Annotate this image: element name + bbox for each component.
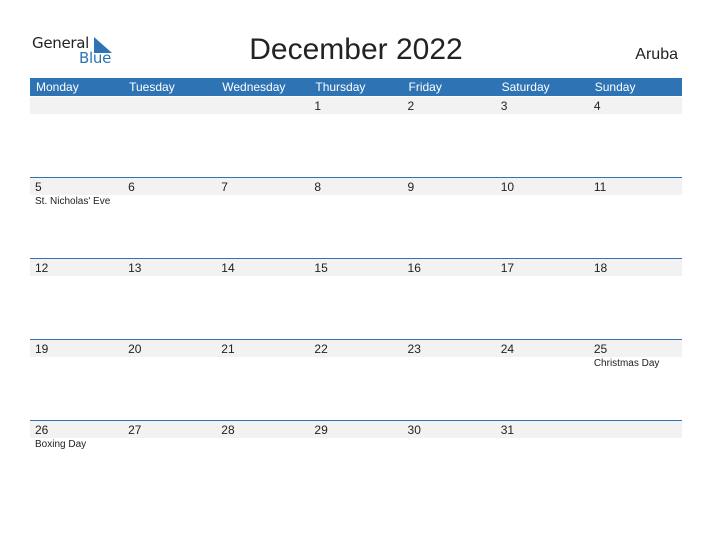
- holiday-label: Christmas Day: [593, 358, 660, 369]
- day-cell: [589, 421, 682, 502]
- day-number: 6: [128, 180, 135, 194]
- day-cell: 23: [403, 340, 496, 421]
- day-cell: 21: [216, 340, 309, 421]
- day-cell: 3: [496, 97, 589, 178]
- day-number: 5: [35, 180, 42, 194]
- weekday-sunday: Sunday: [594, 80, 636, 94]
- day-cell: 19: [30, 340, 123, 421]
- day-cell: 20: [123, 340, 216, 421]
- day-cell: 30: [403, 421, 496, 502]
- week-row: 26 Boxing Day 27 28 29 30 31: [30, 420, 682, 502]
- day-number: 26: [35, 423, 49, 437]
- day-cell: 17: [496, 259, 589, 340]
- day-cell: 13: [123, 259, 216, 340]
- country-label: Aruba: [635, 46, 678, 63]
- week-row: 5 St. Nicholas' Eve 6 7 8 9 10 11: [30, 177, 682, 259]
- weekday-wednesday: Wednesday: [222, 80, 286, 94]
- day-cell: 31: [496, 421, 589, 502]
- day-cell: 5 St. Nicholas' Eve: [30, 178, 123, 259]
- day-cell: 24: [496, 340, 589, 421]
- day-cell: 2: [403, 97, 496, 178]
- day-cell: 22: [309, 340, 402, 421]
- day-cell: 28: [216, 421, 309, 502]
- day-number: 10: [500, 180, 515, 194]
- day-number: 12: [35, 261, 49, 275]
- day-number: 4: [593, 99, 601, 113]
- weekday-header: Monday Tuesday Wednesday Thursday Friday…: [30, 78, 682, 96]
- day-number: 7: [221, 180, 228, 194]
- day-cell: 29: [309, 421, 402, 502]
- day-cell: 4: [589, 97, 682, 178]
- day-number: 30: [407, 423, 421, 437]
- day-cell: 10: [496, 178, 589, 259]
- day-cell: 9: [403, 178, 496, 259]
- weekday-monday: Monday: [36, 80, 79, 94]
- day-number: 22: [314, 342, 328, 356]
- day-cell: 6: [123, 178, 216, 259]
- day-number: 14: [221, 261, 235, 275]
- day-cell: [123, 97, 216, 178]
- weekday-saturday: Saturday: [501, 80, 550, 94]
- calendar-title: December 2022: [249, 33, 463, 66]
- day-number: 28: [221, 423, 235, 437]
- week-row: 1 2 3 4: [30, 97, 682, 178]
- day-number: 16: [407, 261, 421, 275]
- day-cell: 12: [30, 259, 123, 340]
- day-cell: 7: [216, 178, 309, 259]
- day-number: 9: [407, 180, 415, 194]
- day-number: 31: [500, 423, 515, 437]
- day-cell: 25 Christmas Day: [589, 340, 682, 421]
- week-row: 19 20 21 22 23 24 25 Christmas Day: [30, 339, 682, 421]
- day-number: 23: [407, 342, 421, 356]
- day-number: 25: [593, 342, 608, 356]
- holiday-label: Boxing Day: [35, 439, 87, 450]
- day-number: 11: [593, 180, 607, 194]
- holiday-label: St. Nicholas' Eve: [35, 196, 111, 207]
- day-cell: 1: [309, 97, 402, 178]
- day-number: 13: [128, 261, 142, 275]
- day-number: 17: [500, 261, 515, 275]
- day-number: 21: [221, 342, 235, 356]
- day-number: 27: [128, 423, 142, 437]
- day-cell: [30, 97, 123, 178]
- weekday-thursday: Thursday: [315, 80, 366, 94]
- day-cell: 16: [403, 259, 496, 340]
- day-number: 3: [500, 99, 508, 113]
- day-number: 18: [593, 261, 608, 275]
- weekday-tuesday: Tuesday: [129, 80, 175, 94]
- day-number: 20: [128, 342, 142, 356]
- day-cell: 18: [589, 259, 682, 340]
- day-number: 29: [314, 423, 328, 437]
- day-number: 15: [314, 261, 328, 275]
- weekday-friday: Friday: [408, 80, 442, 94]
- day-cell: 8: [309, 178, 402, 259]
- day-number: 2: [407, 99, 415, 113]
- day-cell: 15: [309, 259, 402, 340]
- day-number: 8: [314, 180, 322, 194]
- day-cell: 27: [123, 421, 216, 502]
- day-cell: 11: [589, 178, 682, 259]
- day-cell: 14: [216, 259, 309, 340]
- day-number: 19: [35, 342, 49, 356]
- day-cell: [216, 97, 309, 178]
- week-row: 12 13 14 15 16 17 18: [30, 258, 682, 340]
- day-number: 1: [314, 99, 322, 113]
- day-cell: 26 Boxing Day: [30, 421, 123, 502]
- day-number: 24: [500, 342, 515, 356]
